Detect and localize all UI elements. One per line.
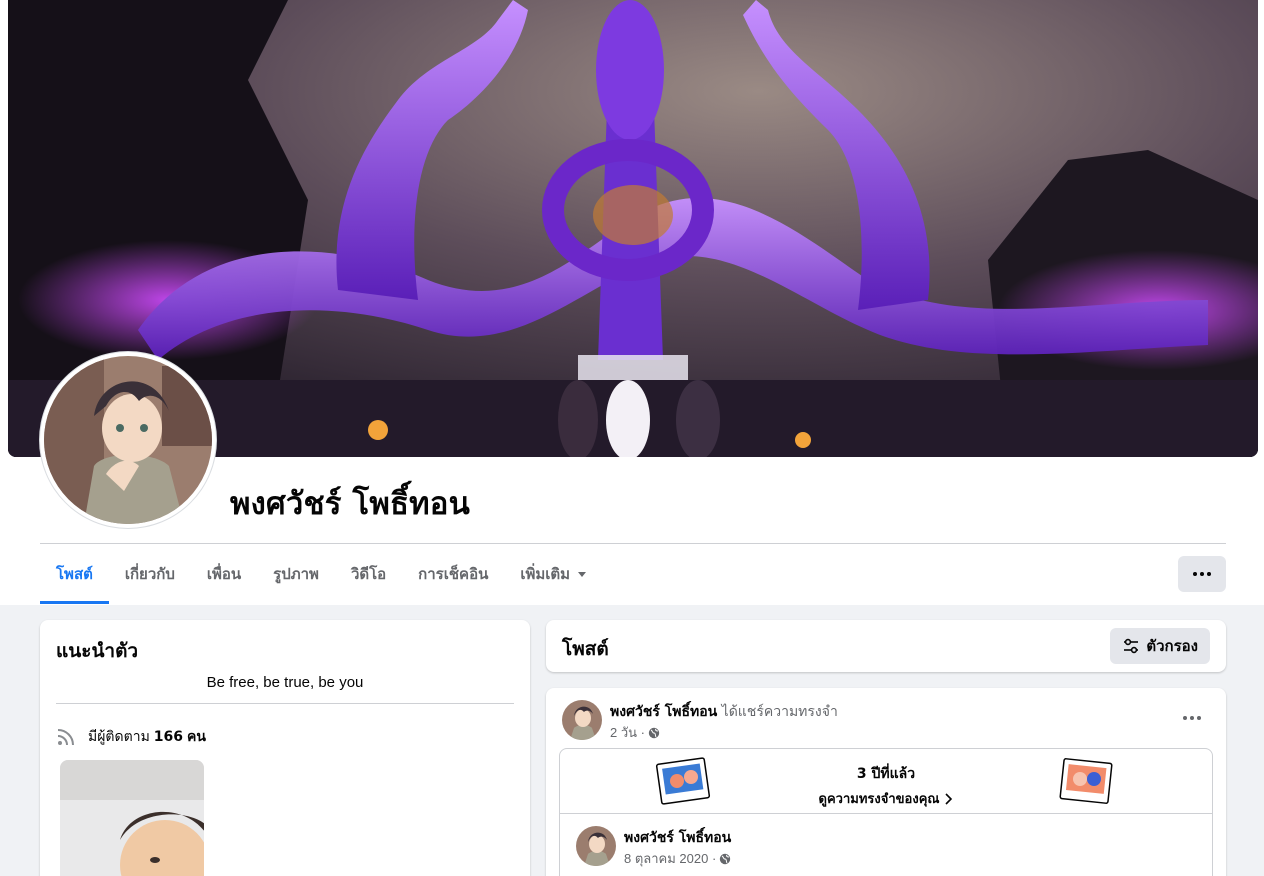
caret-down-icon: [578, 571, 587, 577]
post-meta: 2 วัน ·: [610, 722, 660, 743]
followers-suffix: คน: [187, 729, 206, 745]
memory-link-label: ดูความทรงจำของคุณ: [818, 792, 940, 807]
globe-icon: [720, 853, 731, 864]
profile-more-button[interactable]: [1178, 556, 1226, 592]
rss-feed-icon: [57, 729, 74, 746]
memory-illustration-right: [1059, 758, 1113, 804]
intro-card: แนะนำตัว Be free, be true, be you มีผู้ต…: [40, 620, 530, 876]
profile-name: พงศวัชร์ โพธิ์ทอน: [230, 486, 470, 522]
filter-button[interactable]: ตัวกรอง: [1110, 628, 1210, 664]
filter-sliders-icon: [1124, 638, 1139, 654]
chevron-right-icon: [945, 792, 953, 805]
tab-videos[interactable]: วิดีโอ: [335, 544, 402, 604]
memory-years: 3 ปีที่แล้ว: [856, 766, 916, 782]
tab-label: การเช็คอิน: [418, 565, 489, 583]
post-card: พงศวัชร์ โพธิ์ทอน ได้แชร์ความทรงจำ 2 วัน…: [546, 688, 1226, 876]
profile-tabs: โพสต์ เกี่ยวกับ เพื่อน รูปภาพ วิดีโอ การ…: [40, 544, 602, 604]
memory-banner[interactable]: 3 ปีที่แล้ว ดูความทรงจำของคุณ: [560, 749, 1212, 814]
post-action: ได้แชร์ความทรงจำ: [721, 704, 838, 720]
post-author-avatar[interactable]: [562, 700, 602, 740]
more-dots-icon: [1193, 572, 1197, 576]
tab-photos[interactable]: รูปภาพ: [257, 544, 335, 604]
followers-row[interactable]: มีผู้ติดตาม 166 คน: [56, 726, 210, 748]
intro-title: แนะนำตัว: [56, 640, 139, 662]
memory-text: 3 ปีที่แล้ว ดูความทรงจำของคุณ: [560, 763, 1212, 809]
shared-post-time[interactable]: 8 ตุลาคม 2020 ·: [624, 848, 716, 869]
post-author-name[interactable]: พงศวัชร์ โพธิ์ทอน: [610, 704, 717, 720]
featured-photo[interactable]: [60, 760, 204, 876]
more-dot: [1190, 716, 1194, 720]
followers-count: 166: [153, 729, 184, 745]
more-dot: [1207, 572, 1211, 576]
memory-link[interactable]: ดูความทรงจำของคุณ: [819, 788, 954, 809]
followers-prefix: มีผู้ติดตาม: [88, 729, 150, 745]
post-header-text: พงศวัชร์ โพธิ์ทอน ได้แชร์ความทรงจำ: [610, 701, 838, 723]
shared-post-meta: 8 ตุลาคม 2020 ·: [624, 848, 731, 869]
intro-bio: Be free, be true, be you: [206, 674, 364, 691]
posts-header-card: โพสต์ ตัวกรอง: [546, 620, 1226, 672]
tab-posts[interactable]: โพสต์: [40, 544, 109, 604]
shared-post-avatar[interactable]: [576, 826, 616, 866]
tab-label: เกี่ยวกับ: [124, 565, 175, 583]
tab-label: เพื่อน: [206, 565, 242, 583]
shared-post-author[interactable]: พงศวัชร์ โพธิ์ทอน: [624, 827, 731, 849]
more-dot: [1200, 572, 1204, 576]
more-dot: [1197, 716, 1201, 720]
profile-avatar[interactable]: [40, 352, 216, 528]
tab-label: เพิ่มเติม: [520, 565, 571, 583]
posts-title: โพสต์: [562, 638, 609, 660]
filter-label: ตัวกรอง: [1146, 637, 1198, 655]
post-options-button[interactable]: [1174, 704, 1210, 732]
tab-more[interactable]: เพิ่มเติม: [504, 544, 602, 604]
tab-friends[interactable]: เพื่อน: [191, 544, 257, 604]
post-time[interactable]: 2 วัน ·: [610, 722, 645, 743]
more-dots-icon: [1183, 716, 1187, 720]
intro-divider: [56, 703, 514, 704]
tab-about[interactable]: เกี่ยวกับ: [109, 544, 191, 604]
tab-label: วิดีโอ: [350, 565, 387, 583]
globe-icon: [648, 727, 660, 738]
tab-checkins[interactable]: การเช็คอิน: [402, 544, 504, 604]
profile-header: พงศวัชร์ โพธิ์ทอน โพสต์ เกี่ยวกับ เพื่อน…: [0, 0, 1264, 605]
tab-label: โพสต์: [56, 565, 93, 583]
memory-attachment: 3 ปีที่แล้ว ดูความทรงจำของคุณ พงศวัชร์ โ…: [559, 748, 1213, 876]
tab-label: รูปภาพ: [273, 565, 319, 583]
